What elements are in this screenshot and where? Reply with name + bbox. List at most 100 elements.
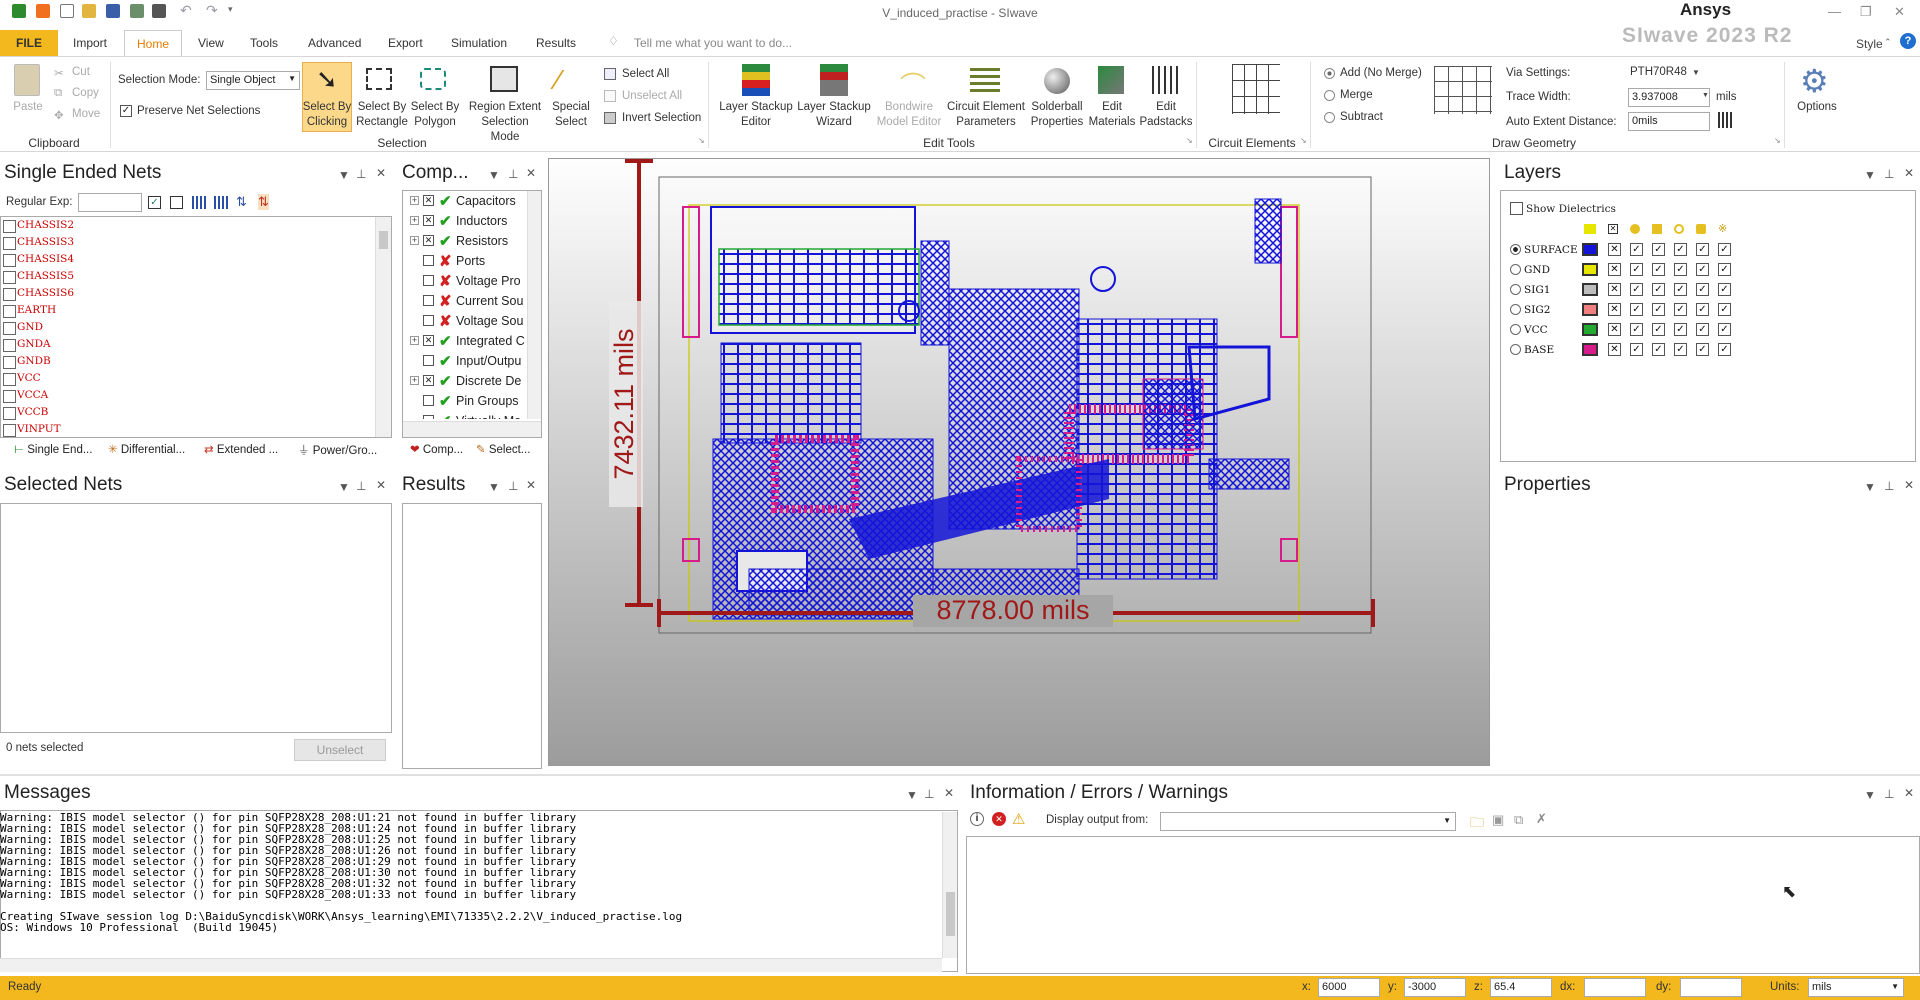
dialog-launcher-icon[interactable]: ↘	[1774, 136, 1781, 145]
layer-visible-checkbox[interactable]: ✕	[1608, 303, 1621, 316]
tab-differential[interactable]: ✳ Differential...	[108, 442, 185, 456]
component-checkbox[interactable]	[423, 275, 434, 286]
tab-advanced[interactable]: Advanced	[300, 30, 369, 56]
close-icon[interactable]: ✕	[376, 478, 386, 492]
component-checkbox[interactable]	[423, 395, 434, 406]
layer-option-checkbox[interactable]: ✓	[1630, 263, 1643, 276]
layer-visible-checkbox[interactable]: ✕	[1608, 343, 1621, 356]
chevron-down-icon[interactable]: ▼	[1702, 92, 1709, 99]
component-checkbox[interactable]: ✕	[423, 375, 434, 386]
component-checkbox[interactable]: ✕	[423, 235, 434, 246]
pin-icon[interactable]: ⊥	[924, 787, 934, 801]
z-coordinate[interactable]: 65.4	[1490, 978, 1552, 997]
layer-option-checkbox[interactable]: ✓	[1630, 343, 1643, 356]
panel-dropdown-icon[interactable]: ▼	[338, 480, 350, 494]
layer-option-checkbox[interactable]: ✓	[1674, 263, 1687, 276]
layer-option-checkbox[interactable]: ✓	[1674, 243, 1687, 256]
dialog-launcher-icon[interactable]: ↘	[1186, 136, 1193, 145]
layer-option-checkbox[interactable]: ✓	[1696, 343, 1709, 356]
layer-option-checkbox[interactable]: ✓	[1630, 323, 1643, 336]
save-icon[interactable]: ▣	[1492, 812, 1504, 828]
tell-me-search[interactable]: Tell me what you want to do...	[634, 36, 792, 50]
tab-home[interactable]: Home	[124, 30, 183, 56]
net-list-item[interactable]: GNDB	[1, 353, 375, 370]
layer-color-swatch[interactable]	[1582, 343, 1598, 356]
pin-icon[interactable]: ⊥	[1884, 167, 1894, 181]
info-icon[interactable]: i	[970, 812, 984, 826]
component-checkbox[interactable]	[423, 255, 434, 266]
tab-view[interactable]: View	[190, 30, 232, 56]
layer-option-checkbox[interactable]: ✓	[1696, 303, 1709, 316]
layer-color-swatch[interactable]	[1582, 243, 1598, 256]
pin-icon[interactable]: ⊥	[1884, 479, 1894, 493]
tab-single-ended[interactable]: ⊢ Single End...	[14, 442, 92, 456]
layer-option-checkbox[interactable]: ✓	[1630, 283, 1643, 296]
layer-active-radio[interactable]	[1510, 344, 1521, 355]
pin-icon[interactable]: ⊥	[356, 479, 366, 493]
component-checkbox[interactable]: ✕	[423, 195, 434, 206]
net-list-item[interactable]: CHASSIS2	[1, 217, 375, 234]
close-icon[interactable]: ✕	[1904, 166, 1914, 180]
panel-dropdown-icon[interactable]: ▼	[1864, 168, 1876, 182]
close-icon[interactable]: ✕	[526, 478, 536, 492]
pin-icon[interactable]: ⊥	[508, 479, 518, 493]
layout-canvas[interactable]: 7432.11 mils 8778.00 mils	[548, 158, 1490, 766]
draw-shapes-icon[interactable]	[1434, 66, 1492, 114]
layer-option-checkbox[interactable]: ✓	[1674, 323, 1687, 336]
component-checkbox[interactable]: ✕	[423, 215, 434, 226]
unselect-button[interactable]: Unselect	[294, 739, 386, 761]
layer-active-radio[interactable]	[1510, 244, 1521, 255]
ribbon-collapse-icon[interactable]: ⌃	[1884, 37, 1892, 48]
net-list-item[interactable]: VCC	[1, 370, 375, 387]
layer-visible-checkbox[interactable]: ✕	[1608, 243, 1621, 256]
unselect-all-button[interactable]: Unselect All	[622, 90, 682, 102]
paste-button[interactable]: Paste	[10, 100, 46, 115]
close-icon[interactable]: ✕	[1894, 4, 1905, 20]
preserve-net-checkbox[interactable]: ✓	[120, 105, 132, 117]
solderball-properties-button[interactable]: Solderball Properties	[1028, 100, 1086, 130]
minimize-icon[interactable]: —	[1828, 4, 1841, 19]
select-by-rectangle-button[interactable]: Select By Rectangle	[354, 100, 410, 130]
layer-row[interactable]: SURFACE ✕ ✓ ✓ ✓ ✓ ✓	[1510, 240, 1910, 260]
close-icon[interactable]: ✕	[944, 786, 954, 800]
components-hscrollbar[interactable]	[403, 421, 541, 437]
layer-option-checkbox[interactable]: ✓	[1652, 283, 1665, 296]
edit-padstacks-button[interactable]: Edit Padstacks	[1138, 100, 1194, 130]
x-coordinate[interactable]: 6000	[1318, 978, 1380, 997]
tab-select[interactable]: ✎ Select...	[476, 442, 530, 456]
panel-dropdown-icon[interactable]: ▼	[488, 480, 500, 494]
select-by-clicking-button[interactable]: Select By Clicking	[302, 100, 352, 130]
net-list-item[interactable]: GNDA	[1, 336, 375, 353]
tab-import[interactable]: Import	[65, 30, 115, 56]
component-tree-item[interactable]: + ✕ ✔ Capacitors	[403, 191, 527, 211]
net-list-item[interactable]: EARTH	[1, 302, 375, 319]
edit-materials-button[interactable]: Edit Materials	[1088, 100, 1136, 130]
layer-color-swatch[interactable]	[1582, 323, 1598, 336]
panel-splitter[interactable]	[0, 774, 1920, 776]
layer-option-checkbox[interactable]: ✓	[1674, 303, 1687, 316]
tab-simulation[interactable]: Simulation	[443, 30, 515, 56]
circuit-elements-icon[interactable]	[1232, 64, 1280, 114]
options-button[interactable]: Options	[1792, 100, 1842, 115]
layer-option-checkbox[interactable]: ✓	[1718, 283, 1731, 296]
dialog-launcher-icon[interactable]: ↘	[698, 136, 705, 145]
dy-input[interactable]	[1680, 978, 1742, 997]
component-tree-item[interactable]: ✔ Virtually Mo	[403, 411, 527, 419]
layer-option-checkbox[interactable]: ✓	[1718, 323, 1731, 336]
dx-input[interactable]	[1584, 978, 1646, 997]
expand-icon[interactable]: +	[410, 336, 419, 345]
pin-icon[interactable]: ⊥	[508, 167, 518, 181]
copy-icon[interactable]: ⧉	[1514, 812, 1523, 828]
layer-visible-checkbox[interactable]: ✕	[1608, 283, 1621, 296]
layer-option-checkbox[interactable]: ✓	[1630, 243, 1643, 256]
display-output-select[interactable]: ▼	[1160, 812, 1456, 831]
layer-option-checkbox[interactable]: ✓	[1718, 303, 1731, 316]
tab-results[interactable]: Results	[528, 30, 584, 56]
layer-option-checkbox[interactable]: ✓	[1696, 243, 1709, 256]
layer-color-swatch[interactable]	[1582, 283, 1598, 296]
component-tree-item[interactable]: + ✕ ✔ Integrated C	[403, 331, 527, 351]
tab-export[interactable]: Export	[380, 30, 431, 56]
layer-option-checkbox[interactable]: ✓	[1718, 243, 1731, 256]
scroll-thumb[interactable]	[946, 892, 955, 936]
circuit-element-parameters-button[interactable]: Circuit Element Parameters	[944, 100, 1028, 130]
